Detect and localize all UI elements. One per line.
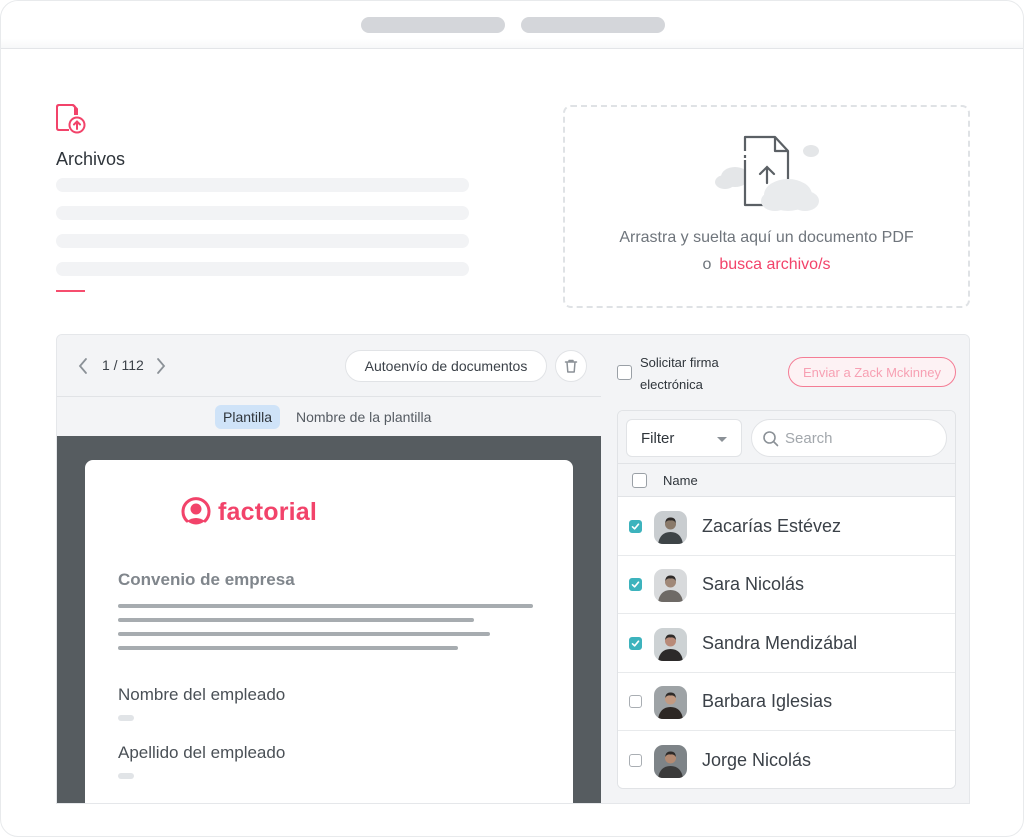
checkmark-icon bbox=[631, 640, 640, 647]
employee-name: Sandra Mendizábal bbox=[702, 632, 858, 653]
filter-bar: Filter bbox=[618, 411, 955, 464]
employee-checkbox[interactable] bbox=[629, 520, 642, 533]
trash-icon bbox=[564, 359, 578, 373]
document-heading: Convenio de empresa bbox=[118, 570, 295, 589]
page-counter: 1 / 112 bbox=[102, 357, 144, 373]
document-page: factorial Convenio de empresa Nombre del… bbox=[85, 460, 573, 803]
text-line-placeholder bbox=[118, 632, 490, 636]
delete-button[interactable] bbox=[555, 350, 587, 382]
window-topbar bbox=[1, 1, 1023, 49]
auto-send-documents-button[interactable]: Autoenvío de documentos bbox=[345, 350, 547, 382]
skeleton-line bbox=[56, 234, 469, 248]
send-button[interactable]: Enviar a Zack Mckinney bbox=[788, 357, 956, 387]
avatar bbox=[654, 511, 687, 544]
employee-checkbox[interactable] bbox=[629, 695, 642, 709]
template-name: Nombre de la plantilla bbox=[296, 409, 432, 425]
document-viewer: 1 / 112 Autoenvío de documentos Plantill… bbox=[57, 335, 601, 803]
dropzone-or: o bbox=[702, 256, 712, 273]
employee-surname-label: Apellido del empleado bbox=[118, 743, 286, 762]
files-title: Archivos bbox=[56, 149, 126, 169]
employee-checkbox[interactable] bbox=[629, 636, 642, 650]
employee-row[interactable]: Jorge Nicolás bbox=[618, 731, 955, 788]
template-chip[interactable]: Plantilla bbox=[215, 405, 281, 429]
table-header: Name bbox=[618, 464, 955, 497]
template-bar: Plantilla Nombre de la plantilla bbox=[57, 397, 601, 436]
logo-text: factorial bbox=[218, 497, 318, 526]
factorial-logo-icon bbox=[181, 497, 211, 525]
accent-underline bbox=[56, 290, 85, 292]
employee-row[interactable]: Sandra Mendizábal bbox=[618, 614, 955, 673]
recipients-panel: Solicitar firma electrónica Enviar a Zac… bbox=[602, 335, 969, 803]
employee-name: Zacarías Estévez bbox=[702, 516, 842, 536]
employee-row[interactable]: Sara Nicolás bbox=[618, 556, 955, 615]
avatar bbox=[654, 744, 687, 778]
select-all-checkbox[interactable] bbox=[632, 473, 647, 488]
skeleton-line bbox=[56, 178, 469, 192]
caret-down-icon bbox=[717, 437, 727, 442]
employee-row[interactable]: Barbara Iglesias bbox=[618, 673, 955, 732]
employee-surname-field[interactable] bbox=[118, 773, 134, 779]
employee-table: Filter Name Zacarías EstévezS bbox=[617, 410, 956, 789]
pdf-dropzone[interactable]: Arrastra y suelta aquí un documento PDF … bbox=[563, 105, 970, 308]
sign-label-line: Solicitar firma bbox=[640, 355, 719, 370]
employee-name: Barbara Iglesias bbox=[702, 691, 833, 712]
column-header-name[interactable]: Name bbox=[663, 473, 698, 488]
employee-name-field[interactable] bbox=[118, 715, 134, 721]
avatar bbox=[654, 627, 687, 661]
chevron-left-icon[interactable] bbox=[75, 355, 91, 377]
employee-name: Sara Nicolás bbox=[702, 574, 805, 595]
dropzone-alt: o busca archivo/s bbox=[565, 256, 968, 274]
employee-row[interactable]: Zacarías Estévez bbox=[618, 498, 955, 556]
document-upload-cloud-icon bbox=[715, 135, 819, 211]
document-panel: 1 / 112 Autoenvío de documentos Plantill… bbox=[56, 334, 970, 804]
employee-checkbox[interactable] bbox=[629, 753, 642, 767]
checkmark-icon bbox=[631, 523, 640, 530]
text-line-placeholder bbox=[118, 604, 533, 608]
search-input[interactable] bbox=[785, 427, 935, 449]
search-icon bbox=[763, 431, 779, 447]
search-box[interactable] bbox=[751, 419, 947, 457]
filter-label: Filter bbox=[641, 430, 675, 447]
dropzone-instructions: Arrastra y suelta aquí un documento PDF bbox=[619, 229, 914, 246]
employee-name-label: Nombre del empleado bbox=[118, 685, 286, 704]
file-upload-icon bbox=[56, 104, 86, 134]
skeleton-line bbox=[56, 262, 469, 276]
topbar-tab-placeholder[interactable] bbox=[361, 17, 505, 33]
text-line-placeholder bbox=[118, 618, 474, 622]
topbar-tab-placeholder[interactable] bbox=[521, 17, 665, 33]
avatar bbox=[654, 569, 687, 603]
app-window: Archivos Arrastra y suelta aquí un docum… bbox=[0, 0, 1024, 837]
avatar bbox=[654, 686, 687, 720]
employee-name: Jorge Nicolás bbox=[702, 749, 812, 770]
document-preview-area: factorial Convenio de empresa Nombre del… bbox=[57, 436, 601, 803]
chevron-right-icon[interactable] bbox=[153, 355, 169, 377]
factorial-logo: factorial bbox=[180, 496, 317, 528]
browse-files-link[interactable]: busca archivo/s bbox=[719, 256, 830, 273]
text-line-placeholder bbox=[118, 646, 458, 650]
viewer-toolbar: 1 / 112 Autoenvío de documentos bbox=[57, 335, 601, 397]
skeleton-line bbox=[56, 206, 469, 220]
checkmark-icon bbox=[631, 581, 640, 588]
request-signature-checkbox[interactable] bbox=[617, 365, 632, 380]
request-signature-label: Solicitar firma electrónica bbox=[640, 352, 719, 396]
sign-label-line: electrónica bbox=[640, 377, 703, 392]
filter-dropdown[interactable]: Filter bbox=[626, 419, 742, 457]
employee-checkbox[interactable] bbox=[629, 578, 642, 592]
